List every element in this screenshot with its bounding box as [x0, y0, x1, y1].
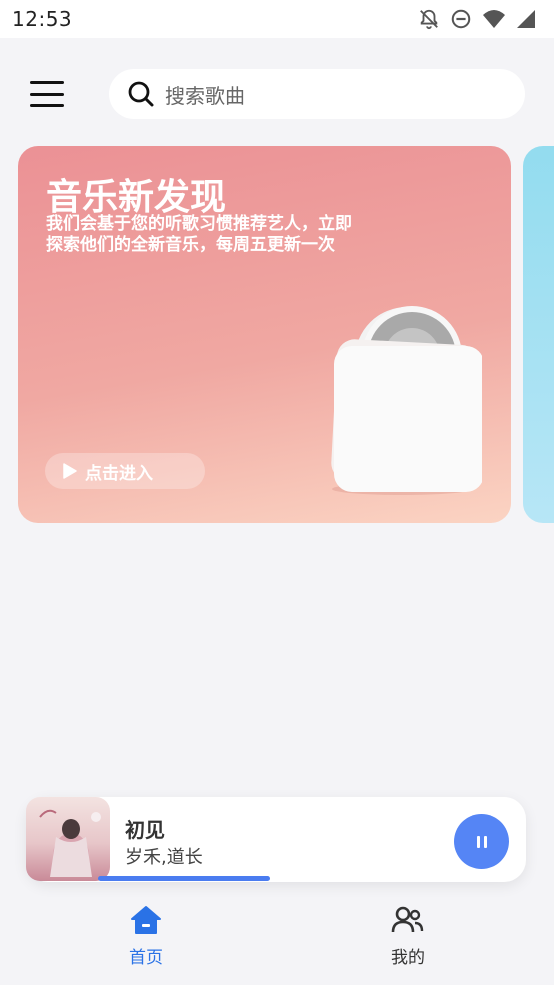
- song-artist: 岁禾,道长: [125, 847, 203, 868]
- enter-button-label: 点击进入: [85, 463, 153, 484]
- home-icon: [131, 906, 161, 934]
- users-icon: [391, 906, 424, 933]
- menu-icon[interactable]: [30, 78, 66, 110]
- progress-bar[interactable]: [98, 876, 518, 881]
- pause-icon: [476, 835, 487, 848]
- song-title: 初见: [125, 818, 165, 842]
- play-icon: [63, 463, 77, 479]
- next-banner-card[interactable]: [523, 146, 554, 523]
- banner-card[interactable]: 音乐新发现 我们会基于您的听歌习惯推荐艺人，立即探索他们的全新音乐，每周五更新一…: [18, 146, 511, 523]
- status-bar: 12:53: [0, 0, 554, 38]
- search-input[interactable]: 搜索歌曲: [109, 69, 525, 119]
- banner-title: 音乐新发现: [46, 177, 227, 218]
- tab-home[interactable]: 首页: [86, 905, 206, 975]
- tab-home-label: 首页: [129, 948, 163, 968]
- status-time: 12:53: [12, 7, 73, 31]
- notifications-off-icon: [420, 9, 438, 30]
- enter-button[interactable]: 点击进入: [45, 453, 205, 489]
- banner-description: 我们会基于您的听歌习惯推荐艺人，立即探索他们的全新音乐，每周五更新一次: [46, 214, 352, 255]
- do-not-disturb-icon: [451, 9, 471, 29]
- pause-button[interactable]: [454, 814, 509, 869]
- search-icon: [128, 81, 154, 107]
- signal-icon: [517, 10, 535, 28]
- menu-line: [30, 81, 64, 84]
- status-icons: [418, 8, 536, 30]
- mini-player[interactable]: 初见 岁禾,道长: [26, 797, 526, 882]
- album-box-illustration: [331, 306, 482, 495]
- tab-mine-label: 我的: [391, 948, 425, 968]
- tab-mine[interactable]: 我的: [348, 905, 468, 975]
- progress-fill: [98, 876, 271, 881]
- menu-line: [30, 104, 64, 107]
- wifi-icon: [483, 10, 505, 28]
- album-cover: [26, 797, 110, 881]
- menu-line: [30, 92, 64, 96]
- search-placeholder: 搜索歌曲: [165, 83, 245, 108]
